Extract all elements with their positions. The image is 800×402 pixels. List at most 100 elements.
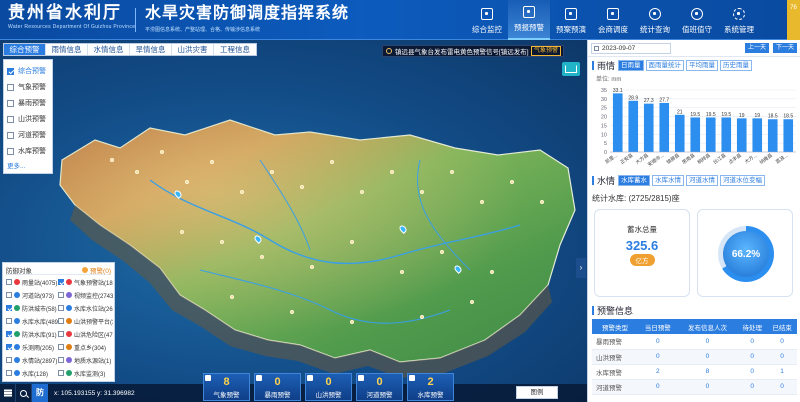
rain-bar[interactable]	[659, 102, 670, 152]
checkbox[interactable]	[6, 318, 12, 324]
station-point[interactable]	[440, 250, 444, 254]
station-point[interactable]	[300, 185, 304, 189]
checkbox[interactable]	[58, 279, 64, 285]
layer-weather-warning[interactable]: 气象预警	[7, 79, 49, 95]
rain-bar[interactable]	[705, 117, 716, 152]
tab-area-rainfall[interactable]: 面雨量统计	[645, 60, 685, 71]
legend-item[interactable]: 山洪预警平台(363)	[58, 315, 113, 327]
tab-average-rainfall[interactable]: 平均雨量	[686, 60, 719, 71]
nav-query[interactable]: 统计查询	[634, 0, 676, 40]
checkbox[interactable]	[6, 370, 12, 376]
legend-item[interactable]: 水库水位站(2615)	[58, 302, 113, 314]
rain-bar[interactable]	[721, 117, 732, 152]
legend-item[interactable]: 雨量站(4075)	[6, 276, 58, 288]
station-point[interactable]	[480, 200, 484, 204]
tab-drought-info[interactable]: 旱情信息	[130, 44, 172, 55]
checkbox[interactable]	[6, 305, 12, 311]
stat-card-river[interactable]: 0 河道预警	[356, 373, 403, 401]
legend-item[interactable]: 视频监控(2743)	[58, 289, 113, 301]
checkbox[interactable]	[6, 279, 12, 285]
legend-item[interactable]: 气象预警站(1811)	[58, 276, 113, 288]
table-row[interactable]: 暴雨预警 0 0 0 0	[592, 334, 797, 350]
table-row[interactable]: 水库预警 2 8 0 1	[592, 364, 797, 380]
tab-daily-rainfall[interactable]: 日雨量	[618, 60, 644, 71]
table-row[interactable]: 山洪预警 0 0 0 0	[592, 349, 797, 365]
rain-bar[interactable]	[628, 100, 639, 152]
legend-warning[interactable]: 预警(0)	[82, 265, 111, 275]
menu-button[interactable]	[0, 384, 16, 402]
checkbox[interactable]	[7, 67, 14, 75]
tab-river-water[interactable]: 河道水情	[686, 175, 719, 186]
legend-item[interactable]: 水库(128)	[6, 367, 58, 379]
checkbox[interactable]	[58, 292, 64, 298]
nav-monitor[interactable]: 综合监控	[466, 0, 508, 40]
checkbox[interactable]	[6, 357, 12, 363]
nav-consult[interactable]: 会商调度	[592, 0, 634, 40]
rain-bar[interactable]	[783, 119, 794, 152]
station-point[interactable]	[400, 270, 404, 274]
station-point[interactable]	[360, 190, 364, 194]
station-point[interactable]	[240, 190, 244, 194]
rain-bar[interactable]	[690, 117, 701, 152]
tab-project-info[interactable]: 工程信息	[214, 44, 256, 55]
legend-item[interactable]: 重点乡(304)	[58, 341, 113, 353]
legend-item[interactable]: 河道站(973)	[6, 289, 58, 301]
station-point[interactable]	[390, 170, 394, 174]
weather-widget[interactable]: 76	[787, 0, 800, 40]
map-view[interactable]: 综合预警 雨情信息 水情信息 旱情信息 山洪灾害 工程信息 综合预警 气象预警 …	[0, 40, 587, 402]
rain-bar[interactable]	[736, 118, 747, 152]
legend-item[interactable]: 防洪城市(58)	[6, 302, 58, 314]
station-point[interactable]	[310, 265, 314, 269]
legend-item[interactable]: 山洪危险区(4737)	[58, 328, 113, 340]
station-point[interactable]	[490, 270, 494, 274]
legend-item[interactable]: 水库监测(3)	[58, 367, 113, 379]
layer-composite-warning[interactable]: 综合预警	[7, 63, 49, 79]
station-point[interactable]	[350, 320, 354, 324]
station-point[interactable]	[110, 158, 114, 162]
legend-item[interactable]: 水情站(2897)	[6, 354, 58, 366]
checkbox[interactable]	[58, 357, 64, 363]
rain-bar[interactable]	[752, 118, 763, 152]
stat-card-weather[interactable]: 8 气象预警	[203, 373, 250, 401]
nav-forecast[interactable]: 预报预警	[508, 0, 550, 40]
checkbox[interactable]	[6, 331, 12, 337]
checkbox[interactable]	[58, 370, 64, 376]
legend-item[interactable]: 防洪水库(91)	[6, 328, 58, 340]
legend-item[interactable]: 乐测雨(205)	[6, 341, 58, 353]
defense-button[interactable]: 防	[32, 384, 48, 402]
station-point[interactable]	[330, 160, 334, 164]
nav-plan[interactable]: 预案预演	[550, 0, 592, 40]
legend-button[interactable]: 图例	[516, 386, 558, 399]
station-point[interactable]	[470, 300, 474, 304]
station-point[interactable]	[510, 180, 514, 184]
station-point[interactable]	[270, 170, 274, 174]
station-point[interactable]	[260, 255, 264, 259]
rain-bar[interactable]	[612, 93, 623, 152]
station-point[interactable]	[160, 150, 164, 154]
station-point[interactable]	[290, 310, 294, 314]
checkbox[interactable]	[6, 292, 12, 298]
legend-item[interactable]: 水库水库(489)	[6, 315, 58, 327]
tab-rain-info[interactable]: 雨情信息	[46, 44, 88, 55]
layer-reservoir-warning[interactable]: 水库预警	[7, 143, 49, 159]
checkbox[interactable]	[58, 318, 64, 324]
layer-rainstorm-warning[interactable]: 暴雨预警	[7, 95, 49, 111]
checkbox[interactable]	[7, 83, 14, 91]
nav-system[interactable]: 系统管理	[718, 0, 760, 40]
station-point[interactable]	[350, 240, 354, 244]
search-button[interactable]	[16, 384, 32, 402]
table-row[interactable]: 河道预警 0 0 0 0	[592, 379, 797, 395]
checkbox[interactable]	[58, 305, 64, 311]
tab-river-level-change[interactable]: 河道水位变幅	[720, 175, 766, 186]
stat-card-rainstorm[interactable]: 0 暴雨预警	[254, 373, 301, 401]
stat-card-flash-flood[interactable]: 0 山洪预警	[305, 373, 352, 401]
layer-river-warning[interactable]: 河道预警	[7, 127, 49, 143]
rain-bar[interactable]	[643, 103, 654, 152]
checkbox[interactable]	[7, 99, 14, 107]
more-link[interactable]: 更多...	[7, 160, 49, 170]
checkbox[interactable]	[7, 147, 14, 155]
alert-marquee[interactable]: 镇远县气象台发布雷电黄色预警信号[镇远发布] 气象预警	[382, 45, 564, 57]
checkbox[interactable]	[58, 331, 64, 337]
collapse-arrow-icon[interactable]: ›	[576, 258, 586, 278]
station-point[interactable]	[420, 315, 424, 319]
